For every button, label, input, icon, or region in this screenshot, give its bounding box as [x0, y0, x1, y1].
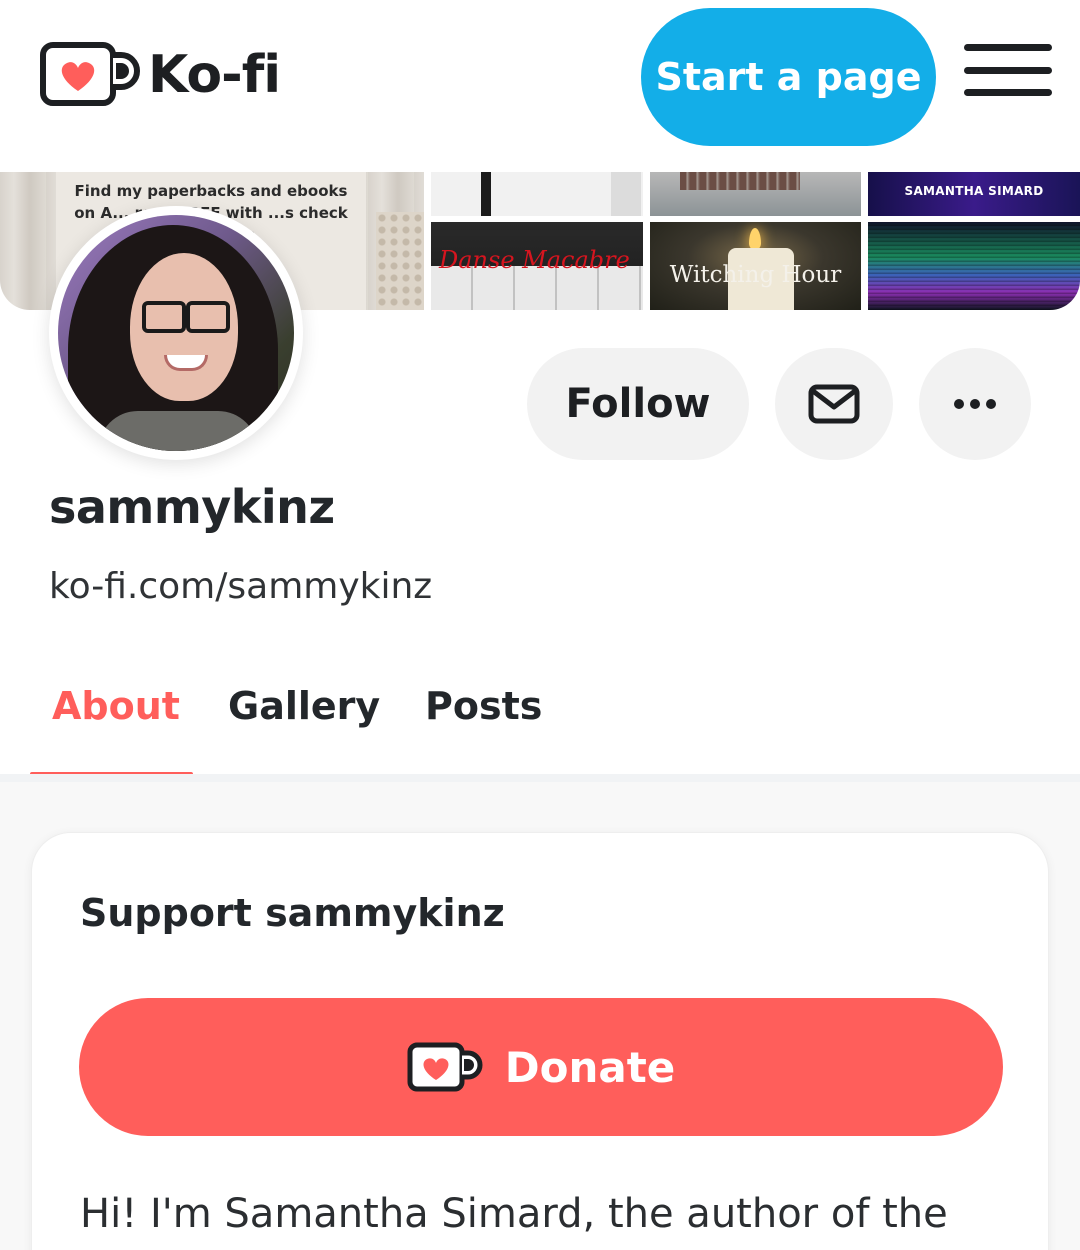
banner-tile-author: SAMANTHA SIMARD [868, 172, 1080, 216]
more-options-button[interactable] [919, 348, 1031, 460]
avatar-shirt [98, 411, 258, 451]
piano-key [611, 172, 641, 216]
mail-icon [808, 384, 860, 424]
piano-key [481, 172, 491, 216]
more-dots-icon [954, 399, 996, 409]
profile-url[interactable]: ko-fi.com/sammykinz [49, 566, 432, 607]
start-a-page-button[interactable]: Start a page [641, 8, 936, 146]
tabs-divider [0, 774, 1080, 782]
banner-pattern [376, 212, 424, 310]
tab-about[interactable]: About [52, 684, 180, 728]
banner-tile-witching-hour: Witching Hour [650, 222, 861, 310]
dot [986, 399, 996, 409]
dot [970, 399, 980, 409]
banner-tile-piano-top [431, 172, 643, 216]
wave-lines [868, 222, 1080, 310]
banner-tile-city [650, 172, 861, 216]
follow-button[interactable]: Follow [527, 348, 749, 460]
avatar[interactable] [49, 206, 303, 460]
donate-label: Donate [504, 1042, 676, 1092]
logo-text: Ko-fi [148, 45, 281, 105]
dot [954, 399, 964, 409]
hamburger-menu-icon[interactable] [964, 44, 1052, 96]
support-title: Support sammykinz [80, 891, 505, 935]
banner-danse-macabre-text: Danse Macabre [439, 246, 630, 274]
banner-witching-hour-text: Witching Hour [669, 262, 842, 288]
city-buildings [680, 172, 800, 190]
menu-line [964, 44, 1052, 51]
banner-author-text: SAMANTHA SIMARD [904, 184, 1044, 198]
banner-tile-danse-macabre: Danse Macabre [431, 222, 643, 310]
profile-tabs: About Gallery Posts [0, 660, 1080, 781]
tab-posts[interactable]: Posts [425, 684, 542, 728]
banner-tile-wave [868, 222, 1080, 310]
kofi-mug-icon [407, 1042, 483, 1092]
kofi-mug-icon [40, 42, 140, 106]
support-card: Support sammykinz Donate Hi! I'm Samanth… [31, 832, 1049, 1250]
donate-button[interactable]: Donate [79, 998, 1003, 1136]
top-header: Ko-fi Start a page [0, 0, 1080, 172]
avatar-photo [58, 215, 294, 451]
profile-username: sammykinz [49, 480, 335, 534]
tab-gallery[interactable]: Gallery [228, 684, 380, 728]
menu-line [964, 89, 1052, 96]
kofi-logo[interactable]: Ko-fi [40, 40, 281, 110]
bio-text: Hi! I'm Samantha Simard, the author of t… [80, 1191, 948, 1237]
candle-flame [749, 228, 761, 250]
menu-line [964, 66, 1052, 74]
message-button[interactable] [775, 348, 893, 460]
avatar-glasses [142, 301, 230, 333]
